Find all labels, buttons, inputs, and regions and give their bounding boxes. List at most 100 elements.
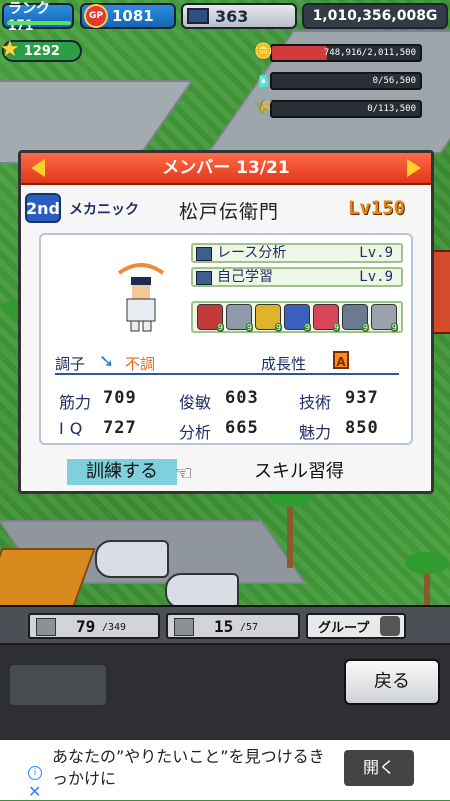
gp-coin-icon: GP bbox=[84, 4, 108, 28]
resource-bar-wheat: 🌾 0/113,500 bbox=[254, 98, 422, 118]
stat-value: 603 bbox=[225, 388, 259, 408]
building bbox=[432, 250, 450, 334]
member-level: Lv150 bbox=[347, 197, 405, 219]
next-member-button[interactable] bbox=[407, 159, 421, 177]
stat-label: 魅力 bbox=[299, 423, 332, 442]
growth-label: 成長性 bbox=[261, 355, 307, 373]
helipad bbox=[0, 548, 96, 605]
skill-name: レース分析 bbox=[217, 245, 287, 261]
close-icon[interactable]: ✕ bbox=[28, 782, 41, 801]
badge-level: 9 bbox=[390, 323, 398, 332]
skill-row[interactable]: 自己学習 Lv.9 bbox=[191, 267, 403, 287]
wheat-icon: 🌾 bbox=[254, 98, 273, 116]
resource-text: 0/113,500 bbox=[367, 104, 416, 114]
helicopter-icon bbox=[95, 540, 169, 578]
star-icon: ★ bbox=[0, 36, 20, 62]
group-label: グループ bbox=[318, 621, 370, 636]
gp-display[interactable]: GP 1081 bbox=[80, 3, 176, 29]
equipment-badge-icon[interactable]: 9 bbox=[313, 304, 340, 332]
research-value: 363 bbox=[215, 6, 249, 26]
tab-helicopters[interactable]: 15 /57 bbox=[166, 613, 300, 639]
equipment-badge-icon[interactable]: 9 bbox=[197, 304, 224, 332]
member-name: 松戸伝衛門 bbox=[179, 201, 280, 223]
resource-fill bbox=[272, 46, 327, 60]
stat-label: 分析 bbox=[179, 423, 212, 442]
equipment-badge-icon[interactable]: 9 bbox=[371, 304, 398, 332]
badge-level: 9 bbox=[303, 323, 311, 332]
condition-value: 不調 bbox=[125, 355, 156, 373]
resource-bar-bottle: 🧴 0/56,500 bbox=[254, 70, 422, 90]
equipment-badge-icon[interactable]: 9 bbox=[255, 304, 282, 332]
rank-display[interactable]: ランク171 bbox=[2, 1, 74, 34]
tab-value: 15 bbox=[214, 617, 234, 636]
badge-level: 9 bbox=[332, 323, 340, 332]
resource-bar-coins: 🪙 748,916/2,011,500 bbox=[254, 42, 422, 62]
star-value: 1292 bbox=[23, 43, 60, 59]
coin-stack-icon: 🪙 bbox=[254, 42, 273, 60]
tab-max: /349 bbox=[102, 622, 127, 633]
equipment-badge-icon[interactable]: 9 bbox=[342, 304, 369, 332]
helicopter-icon bbox=[174, 618, 194, 636]
ad-open-button[interactable]: 開く bbox=[344, 750, 414, 786]
condition-row: 調子 ➘ 不調 成長性 A bbox=[55, 351, 399, 375]
tab-value: 79 bbox=[76, 617, 96, 636]
pointing-hand-icon: ☜ bbox=[175, 461, 193, 485]
computer-icon bbox=[187, 8, 209, 24]
stat-value: 665 bbox=[225, 418, 259, 438]
rank-progress-bar bbox=[7, 21, 71, 25]
tab-members[interactable]: 79 /349 bbox=[28, 613, 160, 639]
tab-bar: 79 /349 15 /57 グループ bbox=[0, 607, 450, 645]
stat-value: 727 bbox=[103, 418, 137, 438]
badge-level: 9 bbox=[274, 323, 282, 332]
badge-level: 9 bbox=[216, 323, 224, 332]
avatar bbox=[380, 616, 400, 636]
member-details-panel: レース分析 Lv.9 自己学習 Lv.9 9 9 9 9 9 9 9 調子 ➘ … bbox=[39, 233, 413, 445]
skill-name: 自己学習 bbox=[217, 269, 273, 285]
badge-level: 9 bbox=[361, 323, 369, 332]
crate-icon bbox=[36, 618, 56, 636]
learn-skill-button[interactable]: スキル習得 bbox=[239, 459, 359, 485]
stat-value: 709 bbox=[103, 388, 137, 408]
resource-text: 748,916/2,011,500 bbox=[323, 48, 416, 58]
ad-banner[interactable]: i ✕ あなたの”やりたいこと”を見つけるきっかけに 開く bbox=[0, 740, 450, 801]
stat-label: 俊敏 bbox=[179, 393, 212, 412]
train-button[interactable]: 訓練する bbox=[67, 459, 177, 485]
stat-value: 850 bbox=[345, 418, 379, 438]
stat-value: 937 bbox=[345, 388, 379, 408]
money-value: 1,010,356,008G bbox=[312, 8, 438, 24]
grade-badge: 2nd bbox=[25, 193, 61, 223]
gp-value: 1081 bbox=[112, 7, 154, 25]
stat-label: IQ bbox=[59, 419, 89, 438]
job-title: メカニック bbox=[69, 202, 139, 218]
dialog-title: メンバー 13/21 bbox=[162, 158, 290, 178]
member-portrait bbox=[111, 255, 171, 335]
back-button[interactable]: 戻る bbox=[344, 659, 440, 705]
previous-member-button[interactable] bbox=[31, 159, 45, 177]
down-arrow-icon: ➘ bbox=[99, 351, 115, 372]
bottle-icon: 🧴 bbox=[254, 70, 273, 88]
ad-text: あなたの”やりたいこと”を見つけるきっかけに bbox=[52, 747, 325, 788]
skill-row[interactable]: レース分析 Lv.9 bbox=[191, 243, 403, 263]
palm-tree-icon bbox=[405, 545, 449, 605]
money-display: 1,010,356,008G bbox=[302, 3, 448, 29]
message-box bbox=[10, 665, 106, 705]
stat-label: 筋力 bbox=[59, 393, 92, 412]
dialog-header: メンバー 13/21 bbox=[21, 153, 431, 185]
skill-level: Lv.9 bbox=[359, 245, 393, 261]
equipment-badges: 9 9 9 9 9 9 9 bbox=[191, 301, 403, 333]
stat-label: 技術 bbox=[299, 393, 332, 412]
resource-text: 0/56,500 bbox=[372, 76, 416, 86]
badge-level: 9 bbox=[245, 323, 253, 332]
condition-label: 調子 bbox=[55, 355, 86, 373]
research-display[interactable]: 363 bbox=[181, 3, 297, 29]
skill-icon bbox=[196, 271, 212, 285]
skill-icon bbox=[196, 247, 212, 261]
member-dialog: メンバー 13/21 2nd メカニック 松戸伝衛門 Lv150 レース分析 L… bbox=[18, 150, 434, 494]
growth-grade: A bbox=[333, 351, 349, 369]
equipment-badge-icon[interactable]: 9 bbox=[284, 304, 311, 332]
skill-level: Lv.9 bbox=[359, 269, 393, 285]
info-icon[interactable]: i bbox=[28, 766, 42, 780]
star-display[interactable]: ★ 1292 bbox=[0, 36, 82, 62]
equipment-badge-icon[interactable]: 9 bbox=[226, 304, 253, 332]
tab-group[interactable]: グループ bbox=[306, 613, 406, 639]
